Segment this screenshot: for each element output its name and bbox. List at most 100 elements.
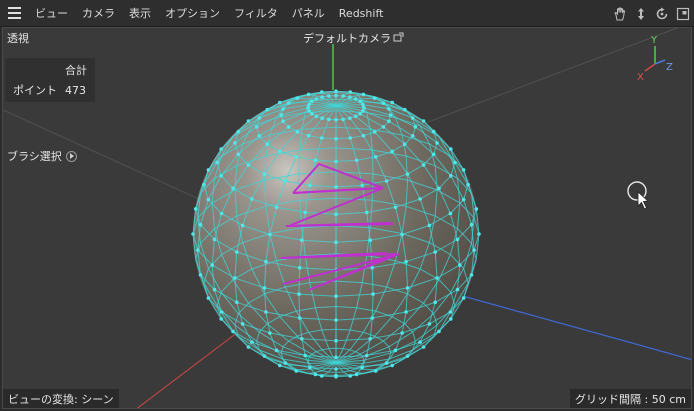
vertex-point (294, 369, 299, 373)
menu-camera[interactable]: カメラ (75, 0, 122, 27)
vertex-point (403, 107, 407, 112)
vertex-point (361, 102, 365, 107)
vertex-point (410, 116, 415, 120)
vertex-point (362, 105, 366, 110)
brush-select-tool[interactable]: ブラシ選択 (7, 148, 77, 164)
vertex-point (334, 375, 338, 379)
vertex-point (393, 348, 398, 353)
vertex-point (306, 92, 311, 97)
vertex-point (206, 197, 211, 202)
vertex-point (413, 125, 418, 129)
vertex-point (400, 331, 404, 335)
vertex-point (435, 276, 439, 280)
vertex-point (231, 329, 235, 334)
vertex-point (405, 172, 410, 176)
vertex-point (257, 116, 262, 120)
vertex-point (334, 318, 338, 322)
vertex-point (246, 119, 251, 123)
vertex-point (274, 348, 279, 353)
vertex-point (477, 232, 481, 236)
vertex-point (403, 142, 407, 146)
menu-display[interactable]: 表示 (122, 0, 158, 27)
vertex-point (306, 133, 311, 138)
vertex-point (431, 152, 436, 157)
vertex-point (418, 197, 422, 201)
vertex-point (198, 222, 203, 227)
vertex-point (206, 296, 211, 300)
vertex-point (334, 338, 338, 343)
vertex-point (348, 95, 352, 99)
vertex-point (219, 211, 224, 216)
vertex-point (461, 197, 466, 202)
vertex-point (433, 300, 438, 305)
stats-value: 473 (65, 83, 86, 97)
vertex-point (297, 316, 302, 320)
vertex-point (212, 287, 217, 292)
vertex-point (274, 205, 279, 210)
vertex-point (449, 147, 453, 151)
vertex-point (278, 363, 282, 368)
vertex-point (300, 238, 304, 242)
vertex-point (469, 273, 474, 277)
vertex-point (373, 155, 378, 159)
vertex-point (358, 112, 363, 116)
viewport-nav-icons (611, 0, 692, 27)
hand-pan-icon[interactable] (611, 5, 629, 23)
view-name-label[interactable]: 透視 (7, 30, 29, 46)
menu-view[interactable]: ビュー (28, 0, 75, 27)
vertex-point (437, 186, 441, 191)
scene-canvas[interactable] (3, 28, 692, 409)
viewport[interactable]: 透視 デフォルトカメラ 合計 ポイント 473 ブラシ選択 Y X Z ビューの… (2, 27, 692, 409)
menu-options[interactable]: オプション (158, 0, 227, 27)
move-arrows-icon[interactable] (632, 5, 650, 23)
vertex-point (320, 95, 324, 99)
vertex-point (310, 99, 314, 104)
vertex-point (310, 112, 314, 116)
camera-label[interactable]: デフォルトカメラ (303, 30, 405, 46)
play-circle-icon[interactable] (65, 150, 77, 162)
stats-panel: 合計 ポイント 473 (5, 58, 95, 102)
menu-redshift[interactable]: Redshift (332, 0, 391, 27)
vertex-point (405, 354, 410, 358)
vertex-point (384, 361, 389, 365)
vertex-point (233, 141, 237, 145)
menu-filter[interactable]: フィルタ (227, 0, 285, 27)
vertex-point (235, 300, 239, 305)
vertex-point (278, 100, 282, 105)
vertex-point (295, 130, 300, 134)
vertex-point (455, 287, 460, 292)
hamburger-menu-icon[interactable] (0, 0, 28, 27)
vertex-point (334, 137, 338, 141)
vertex-point (278, 149, 282, 154)
vertex-point (458, 263, 462, 267)
vertex-point (341, 94, 346, 98)
brush-cursor-icon (627, 181, 649, 210)
maximize-icon[interactable] (674, 5, 692, 23)
vertex-point (303, 210, 308, 215)
vertex-point (370, 266, 375, 270)
vertex-point (307, 109, 311, 113)
menu-panel[interactable]: パネル (285, 0, 332, 27)
vertex-point (348, 90, 353, 94)
vertex-point (246, 163, 251, 167)
menu-bar: ビュー カメラ 表示 オプション フィルタ パネル Redshift (0, 0, 694, 27)
vertex-point (264, 310, 268, 314)
vertex-point (437, 329, 441, 334)
vertex-point (262, 354, 267, 358)
vertex-point (455, 237, 460, 242)
view-transform-label: ビューの変換: シーン (3, 389, 119, 408)
vertex-point (327, 94, 331, 98)
vertex-point (360, 365, 365, 370)
vertex-point (202, 182, 206, 187)
vertex-point (361, 92, 366, 97)
vertex-point (427, 322, 432, 326)
camera-link-icon[interactable] (393, 32, 405, 45)
vertex-point (381, 101, 386, 105)
rotate-icon[interactable] (653, 5, 671, 23)
stats-header: 合計 (65, 64, 87, 77)
vertex-point (303, 353, 308, 358)
vertex-point (264, 259, 268, 264)
vertex-point (314, 97, 319, 101)
vertex-point (334, 89, 338, 93)
vertex-point (427, 223, 432, 228)
